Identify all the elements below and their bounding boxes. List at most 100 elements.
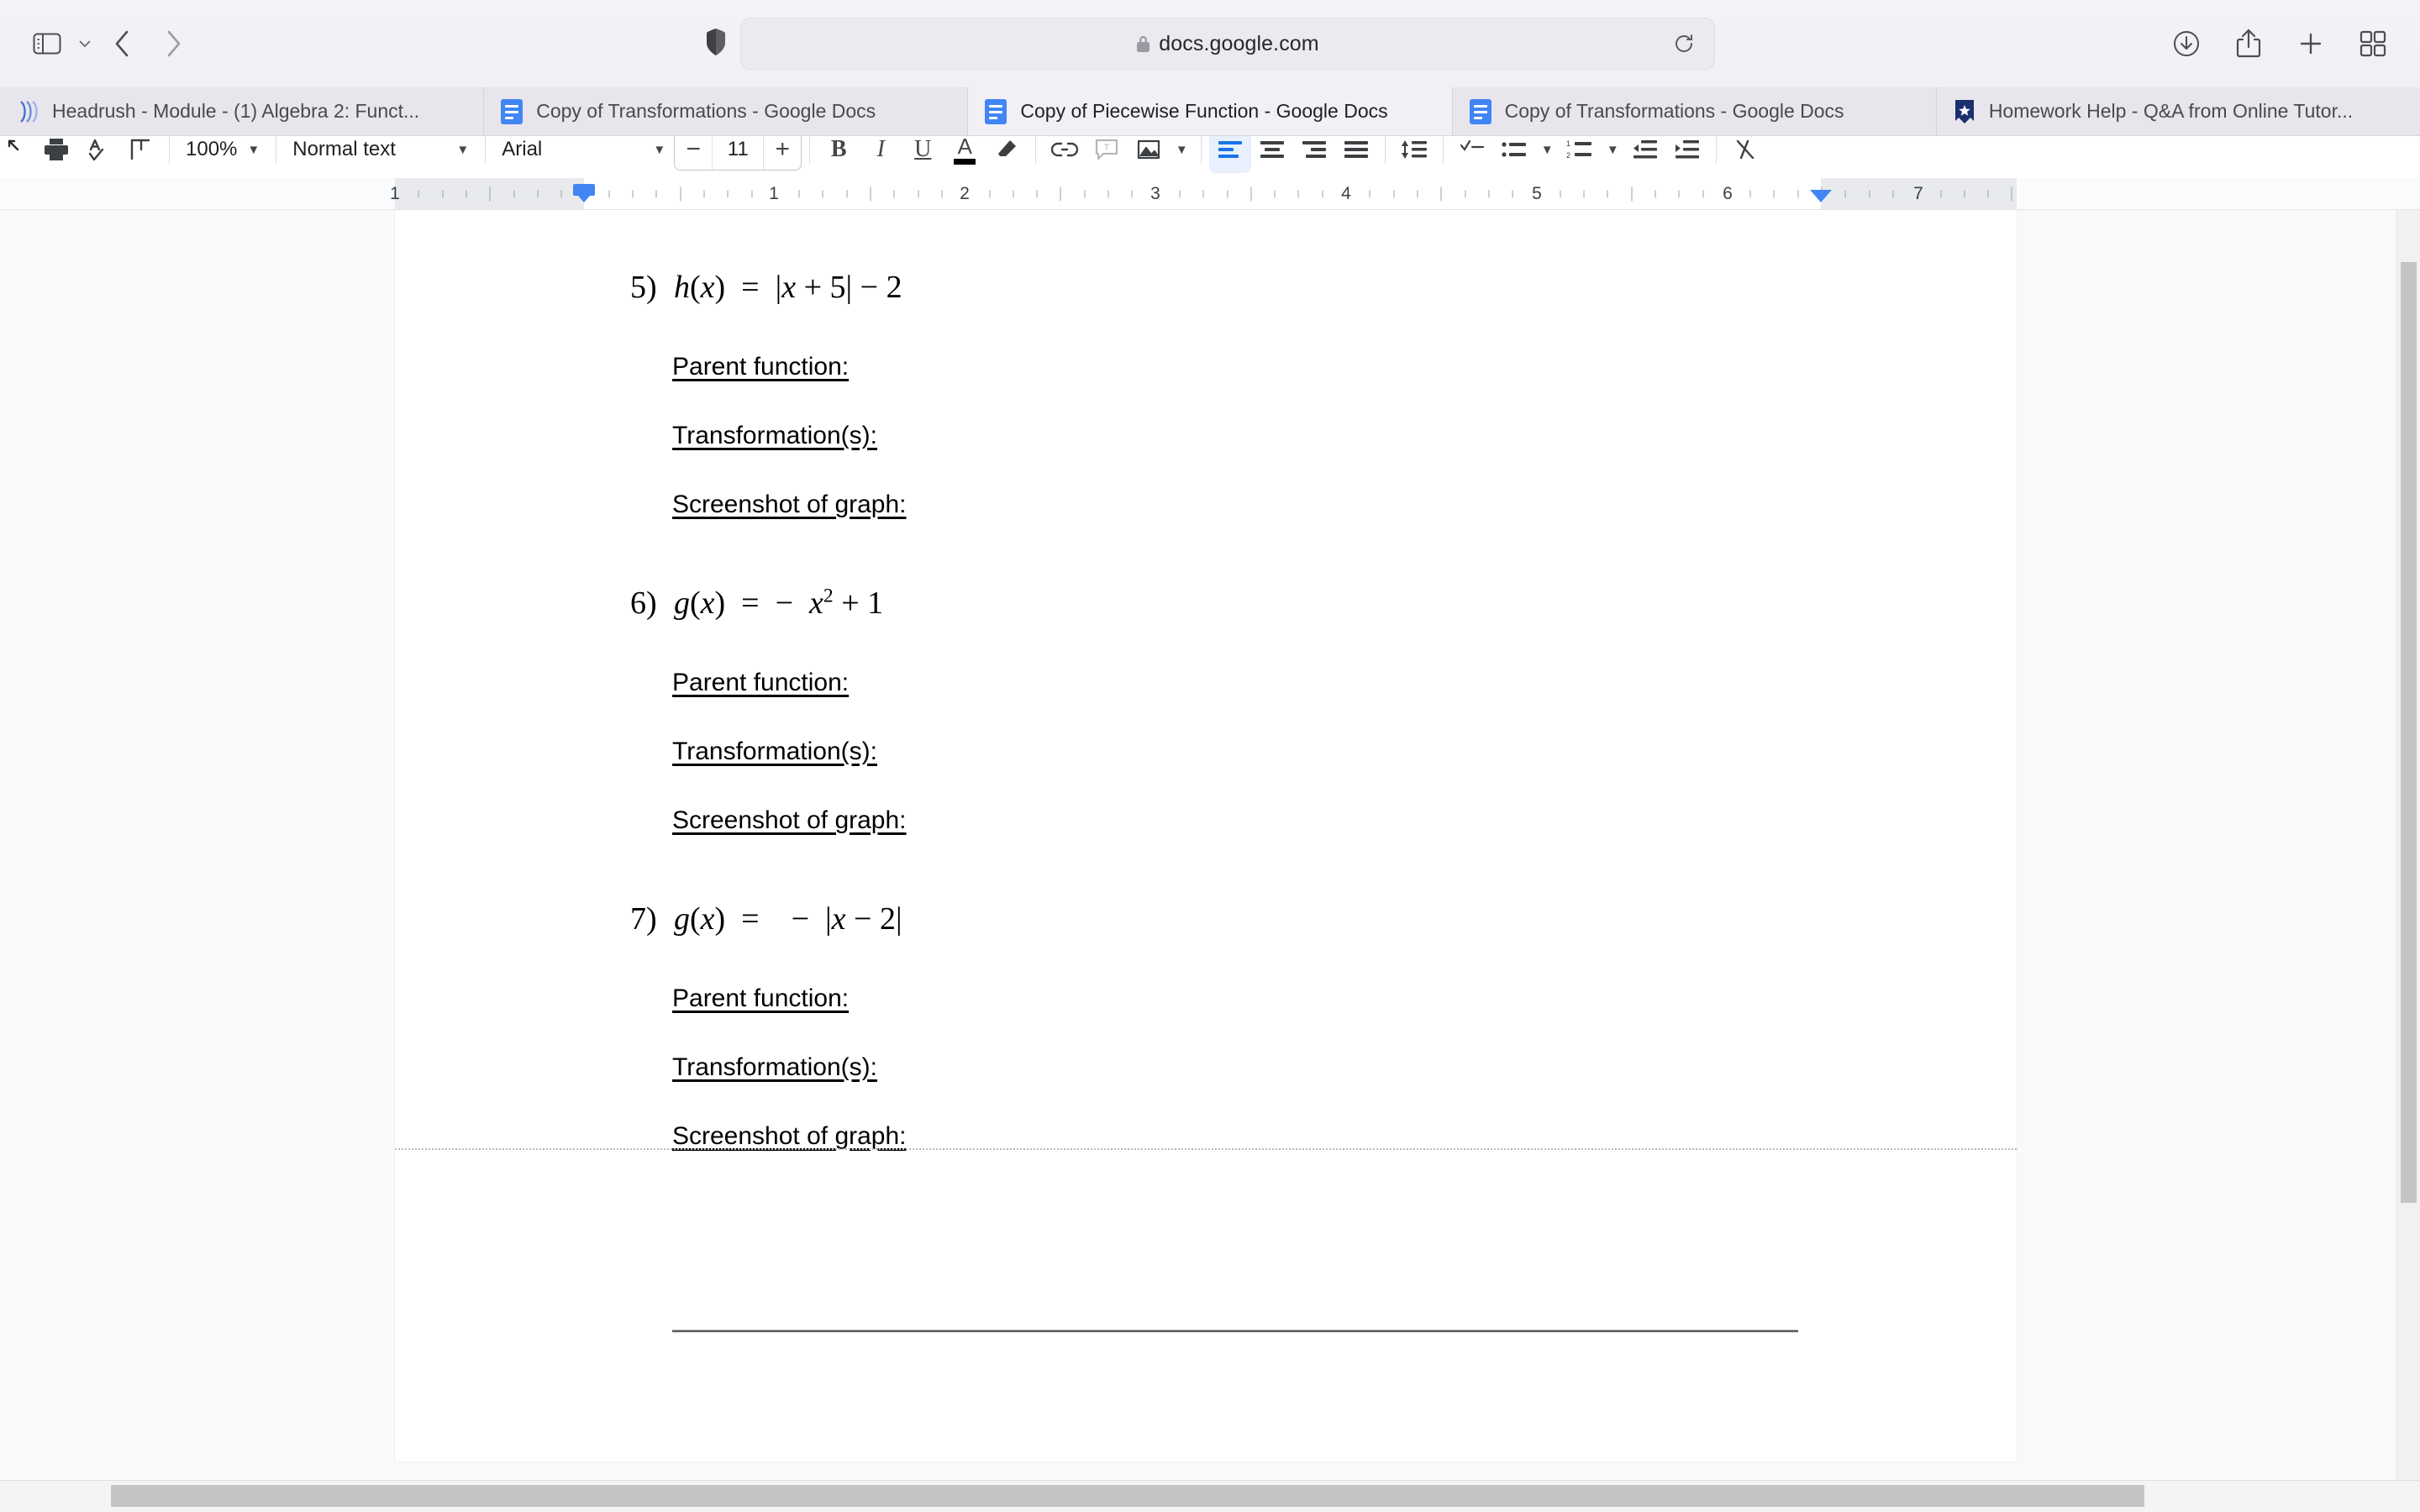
- address-bar[interactable]: docs.google.com: [740, 18, 1715, 70]
- checklist-icon[interactable]: [1451, 136, 1493, 173]
- paragraph-style-select[interactable]: Normal text ▼: [284, 136, 477, 171]
- text-color-label: A: [957, 136, 972, 159]
- insert-image-chevron-down-icon[interactable]: ▼: [1170, 136, 1193, 173]
- horizontal-scrollbar-thumb[interactable]: [111, 1485, 2144, 1507]
- ruler-tick: [1417, 190, 1418, 197]
- ruler-tick: [703, 190, 705, 197]
- ruler-tick: [489, 186, 491, 201]
- horizontal-scrollbar[interactable]: [0, 1480, 2420, 1512]
- bulleted-list-icon[interactable]: [1493, 136, 1535, 173]
- browser-tab-piecewise-function[interactable]: Copy of Piecewise Function - Google Docs: [968, 87, 1453, 135]
- downloads-icon[interactable]: [2163, 20, 2210, 67]
- prompt-parent-function[interactable]: Parent function:: [395, 669, 849, 697]
- ruler-tick: [680, 186, 681, 201]
- vertical-scrollbar-thumb[interactable]: [2401, 262, 2417, 1203]
- ruler-tick: [655, 190, 657, 197]
- document-content[interactable]: 5) h(x) = |x + 5| − 2 Parent function: T…: [395, 210, 2017, 1151]
- print-icon[interactable]: [35, 136, 77, 173]
- question-block-5: 5) h(x) = |x + 5| − 2 Parent function: T…: [395, 269, 2017, 519]
- ruler-tick: [941, 190, 943, 197]
- align-right-button[interactable]: [1293, 136, 1335, 173]
- share-icon[interactable]: [2225, 20, 2272, 67]
- prompt-screenshot-graph[interactable]: Screenshot of graph:: [395, 491, 907, 519]
- increase-indent-icon[interactable]: [1666, 136, 1708, 173]
- ruler-tick: [1797, 190, 1799, 197]
- prompt-screenshot-graph[interactable]: Screenshot of graph:: [395, 1122, 907, 1151]
- font-family-select[interactable]: Arial ▼: [493, 136, 674, 171]
- right-indent-marker[interactable]: [1810, 190, 1832, 202]
- forward-button[interactable]: [150, 20, 197, 67]
- document-page[interactable]: 5) h(x) = |x + 5| − 2 Parent function: T…: [395, 210, 2017, 1462]
- ruler-label: 1: [390, 183, 400, 203]
- browser-tab-transformations-2[interactable]: Copy of Transformations - Google Docs: [1452, 87, 1937, 135]
- back-button[interactable]: [99, 20, 146, 67]
- align-justify-button[interactable]: [1335, 136, 1377, 173]
- prompt-transformations[interactable]: Transformation(s):: [395, 422, 877, 450]
- toolbar-divider: [169, 136, 170, 164]
- font-size-increase-button[interactable]: +: [764, 136, 801, 170]
- chevron-down-icon: ▼: [456, 142, 470, 157]
- toolbar-divider: [1201, 136, 1202, 164]
- vertical-scrollbar[interactable]: [2396, 210, 2420, 1480]
- sidebar-chevron-down-icon[interactable]: [74, 20, 96, 67]
- italic-button[interactable]: I: [860, 136, 902, 173]
- prompt-screenshot-graph[interactable]: Screenshot of graph:: [395, 806, 907, 835]
- decrease-indent-icon[interactable]: [1624, 136, 1666, 173]
- zoom-select[interactable]: 100% ▼: [177, 136, 268, 171]
- privacy-shield-icon[interactable]: [705, 28, 727, 60]
- ruler-tick: [1036, 190, 1038, 197]
- add-comment-icon[interactable]: T: [1086, 136, 1128, 173]
- undo-icon[interactable]: [0, 136, 35, 173]
- page-break-line: [395, 1148, 2017, 1150]
- tab-overview-icon[interactable]: [2349, 20, 2396, 67]
- underline-button[interactable]: U: [902, 136, 944, 173]
- paint-format-icon[interactable]: [119, 136, 161, 173]
- spellcheck-icon[interactable]: [77, 136, 119, 173]
- new-tab-icon[interactable]: [2287, 20, 2334, 67]
- align-center-button[interactable]: [1251, 136, 1293, 173]
- document-canvas: 5) h(x) = |x + 5| − 2 Parent function: T…: [0, 210, 2420, 1480]
- browser-tab-headrush[interactable]: Headrush - Module - (1) Algebra 2: Funct…: [0, 87, 485, 135]
- ruler-tick: [1631, 186, 1633, 201]
- prompt-transformations[interactable]: Transformation(s):: [395, 738, 877, 766]
- homework-help-icon: [1952, 99, 1977, 124]
- question-number: 5): [630, 270, 657, 305]
- browser-tab-homework-help[interactable]: Homework Help - Q&A from Online Tutor...: [1936, 87, 2420, 135]
- bulleted-list-chevron-down-icon[interactable]: ▼: [1535, 136, 1559, 173]
- reload-icon[interactable]: [1667, 27, 1701, 60]
- prompt-parent-function[interactable]: Parent function:: [395, 353, 849, 381]
- ruler-tick: [1940, 190, 1941, 197]
- ruler-tick: [1084, 190, 1086, 197]
- ruler-tick: [1749, 190, 1751, 197]
- tab-bar: Headrush - Module - (1) Algebra 2: Funct…: [0, 87, 2420, 136]
- insert-link-icon[interactable]: [1044, 136, 1086, 173]
- browser-tab-transformations-1[interactable]: Copy of Transformations - Google Docs: [484, 87, 969, 135]
- ruler-tick: [418, 190, 419, 197]
- left-indent-marker[interactable]: [573, 184, 595, 202]
- clear-formatting-icon[interactable]: [1724, 136, 1766, 173]
- highlight-color-icon[interactable]: [986, 136, 1028, 173]
- font-size-decrease-button[interactable]: −: [675, 136, 712, 170]
- numbered-list-chevron-down-icon[interactable]: ▼: [1601, 136, 1624, 173]
- insert-image-icon[interactable]: [1128, 136, 1170, 173]
- ruler-tick: [1440, 186, 1442, 201]
- ruler-label: 7: [1913, 183, 1923, 203]
- tab-title: Homework Help - Q&A from Online Tutor...: [1988, 100, 2354, 122]
- numbered-list-icon[interactable]: 1 2: [1559, 136, 1601, 173]
- ruler[interactable]: 1 1 2 3 4 5 6 7: [0, 178, 2420, 210]
- prompt-parent-function[interactable]: Parent function:: [395, 984, 849, 1013]
- url-text: docs.google.com: [1159, 31, 1319, 55]
- ruler-tick: [1179, 190, 1181, 197]
- font-size-value[interactable]: 11: [712, 136, 765, 170]
- ruler-tick: [727, 190, 729, 197]
- bold-button[interactable]: B: [818, 136, 860, 173]
- browser-nav-controls: [24, 20, 197, 67]
- prompt-transformations[interactable]: Transformation(s):: [395, 1053, 877, 1082]
- question-block-7: 7) g(x) = − |x − 2| Parent function: Tra…: [395, 900, 2017, 1151]
- align-left-button[interactable]: [1209, 136, 1252, 173]
- line-spacing-icon[interactable]: [1393, 136, 1435, 173]
- sidebar-toggle-icon[interactable]: [24, 20, 71, 67]
- font-size-stepper[interactable]: − 11 +: [674, 136, 802, 171]
- text-color-button[interactable]: A: [944, 136, 986, 173]
